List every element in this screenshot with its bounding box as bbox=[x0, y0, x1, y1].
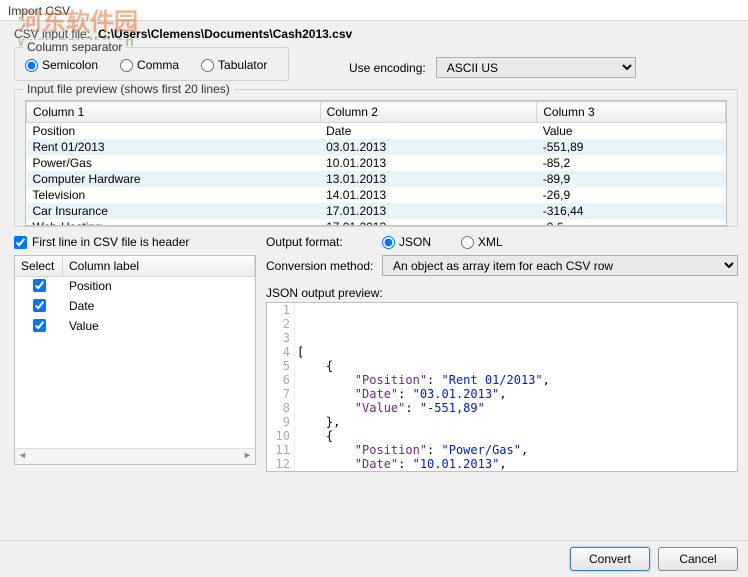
column-label-text: Position bbox=[63, 277, 255, 297]
list-item[interactable]: Position bbox=[15, 277, 255, 297]
csv-file-path: C:\Users\Clemens\Documents\Cash2013.csv bbox=[98, 27, 352, 41]
table-cell: 13.01.2013 bbox=[320, 171, 537, 187]
conversion-method-select[interactable]: An object as array item for each CSV row bbox=[382, 255, 738, 276]
separator-comma[interactable]: Comma bbox=[120, 58, 179, 72]
table-cell: Date bbox=[320, 123, 537, 140]
column-select-checkbox[interactable] bbox=[33, 319, 46, 332]
preview-legend: Input file preview (shows first 20 lines… bbox=[23, 82, 234, 96]
table-cell: Position bbox=[27, 123, 321, 140]
table-cell: 10.01.2013 bbox=[320, 155, 537, 171]
table-cell: Power/Gas bbox=[27, 155, 321, 171]
window-title: Import CSV bbox=[0, 0, 748, 21]
list-item[interactable]: Value bbox=[15, 317, 255, 337]
column-label-text: Value bbox=[63, 317, 255, 337]
table-cell: Car Insurance bbox=[27, 203, 321, 219]
table-cell: 03.01.2013 bbox=[320, 139, 537, 155]
column-select-checkbox[interactable] bbox=[33, 299, 46, 312]
output-format-label: Output format: bbox=[266, 235, 382, 249]
table-cell: -316,44 bbox=[537, 203, 726, 219]
table-cell: -26,9 bbox=[537, 187, 726, 203]
json-preview[interactable]: 1 2 3 4 5 6 7 8 9 10 11 12 13 [ { "Posit… bbox=[266, 302, 738, 472]
table-cell: 17.01.2013 bbox=[320, 203, 537, 219]
table-cell: 17.01.2013 bbox=[320, 219, 537, 226]
preview-col3-header[interactable]: Column 3 bbox=[537, 102, 726, 123]
table-cell: -85,2 bbox=[537, 155, 726, 171]
table-cell: 14.01.2013 bbox=[320, 187, 537, 203]
output-xml-radio[interactable] bbox=[461, 236, 474, 249]
labels-header-select[interactable]: Select bbox=[15, 256, 63, 276]
json-preview-label: JSON output preview: bbox=[266, 286, 738, 300]
conversion-method-label: Conversion method: bbox=[266, 259, 382, 273]
preview-table[interactable]: Column 1 Column 2 Column 3 PositionDateV… bbox=[25, 100, 727, 226]
table-row[interactable]: Computer Hardware13.01.2013-89,9 bbox=[27, 171, 726, 187]
first-line-header[interactable]: First line in CSV file is header bbox=[14, 235, 256, 249]
table-row[interactable]: Web-Hosting17.01.2013-9.6 bbox=[27, 219, 726, 226]
csv-file-label: CSV input file: bbox=[14, 27, 90, 41]
separator-tabulator-radio[interactable] bbox=[201, 59, 214, 72]
table-row[interactable]: Television14.01.2013-26,9 bbox=[27, 187, 726, 203]
first-line-header-checkbox[interactable] bbox=[14, 236, 27, 249]
list-item[interactable]: Date bbox=[15, 297, 255, 317]
table-cell: Computer Hardware bbox=[27, 171, 321, 187]
scroll-right-icon[interactable]: ► bbox=[242, 450, 253, 464]
separator-semicolon[interactable]: Semicolon bbox=[25, 58, 98, 72]
separator-semicolon-radio[interactable] bbox=[25, 59, 38, 72]
preview-col1-header[interactable]: Column 1 bbox=[27, 102, 321, 123]
scroll-left-icon[interactable]: ◄ bbox=[17, 450, 28, 464]
table-cell: Television bbox=[27, 187, 321, 203]
column-label-text: Date bbox=[63, 297, 255, 317]
separator-tabulator[interactable]: Tabulator bbox=[201, 58, 267, 72]
cancel-button[interactable]: Cancel bbox=[658, 547, 738, 571]
table-cell: -551,89 bbox=[537, 139, 726, 155]
preview-col2-header[interactable]: Column 2 bbox=[320, 102, 537, 123]
table-cell: Rent 01/2013 bbox=[27, 139, 321, 155]
table-row[interactable]: Power/Gas10.01.2013-85,2 bbox=[27, 155, 726, 171]
labels-scrollbar-x[interactable]: ◄ ► bbox=[15, 448, 255, 464]
convert-button[interactable]: Convert bbox=[570, 547, 650, 571]
table-cell: -9.6 bbox=[537, 219, 726, 226]
table-cell: Value bbox=[537, 123, 726, 140]
table-cell: Web-Hosting bbox=[27, 219, 321, 226]
column-labels-list[interactable]: Select Column label PositionDateValue ◄ … bbox=[14, 255, 256, 465]
separator-comma-radio[interactable] bbox=[120, 59, 133, 72]
output-json[interactable]: JSON bbox=[382, 235, 431, 249]
output-xml[interactable]: XML bbox=[461, 235, 503, 249]
table-row[interactable]: PositionDateValue bbox=[27, 123, 726, 140]
separator-legend: Column separator bbox=[23, 40, 126, 54]
column-select-checkbox[interactable] bbox=[33, 279, 46, 292]
output-json-radio[interactable] bbox=[382, 236, 395, 249]
labels-header-label[interactable]: Column label bbox=[63, 256, 255, 276]
table-cell: -89,9 bbox=[537, 171, 726, 187]
encoding-select[interactable]: ASCII US bbox=[436, 57, 636, 78]
table-row[interactable]: Car Insurance17.01.2013-316,44 bbox=[27, 203, 726, 219]
table-row[interactable]: Rent 01/201303.01.2013-551,89 bbox=[27, 139, 726, 155]
encoding-label: Use encoding: bbox=[349, 61, 426, 75]
